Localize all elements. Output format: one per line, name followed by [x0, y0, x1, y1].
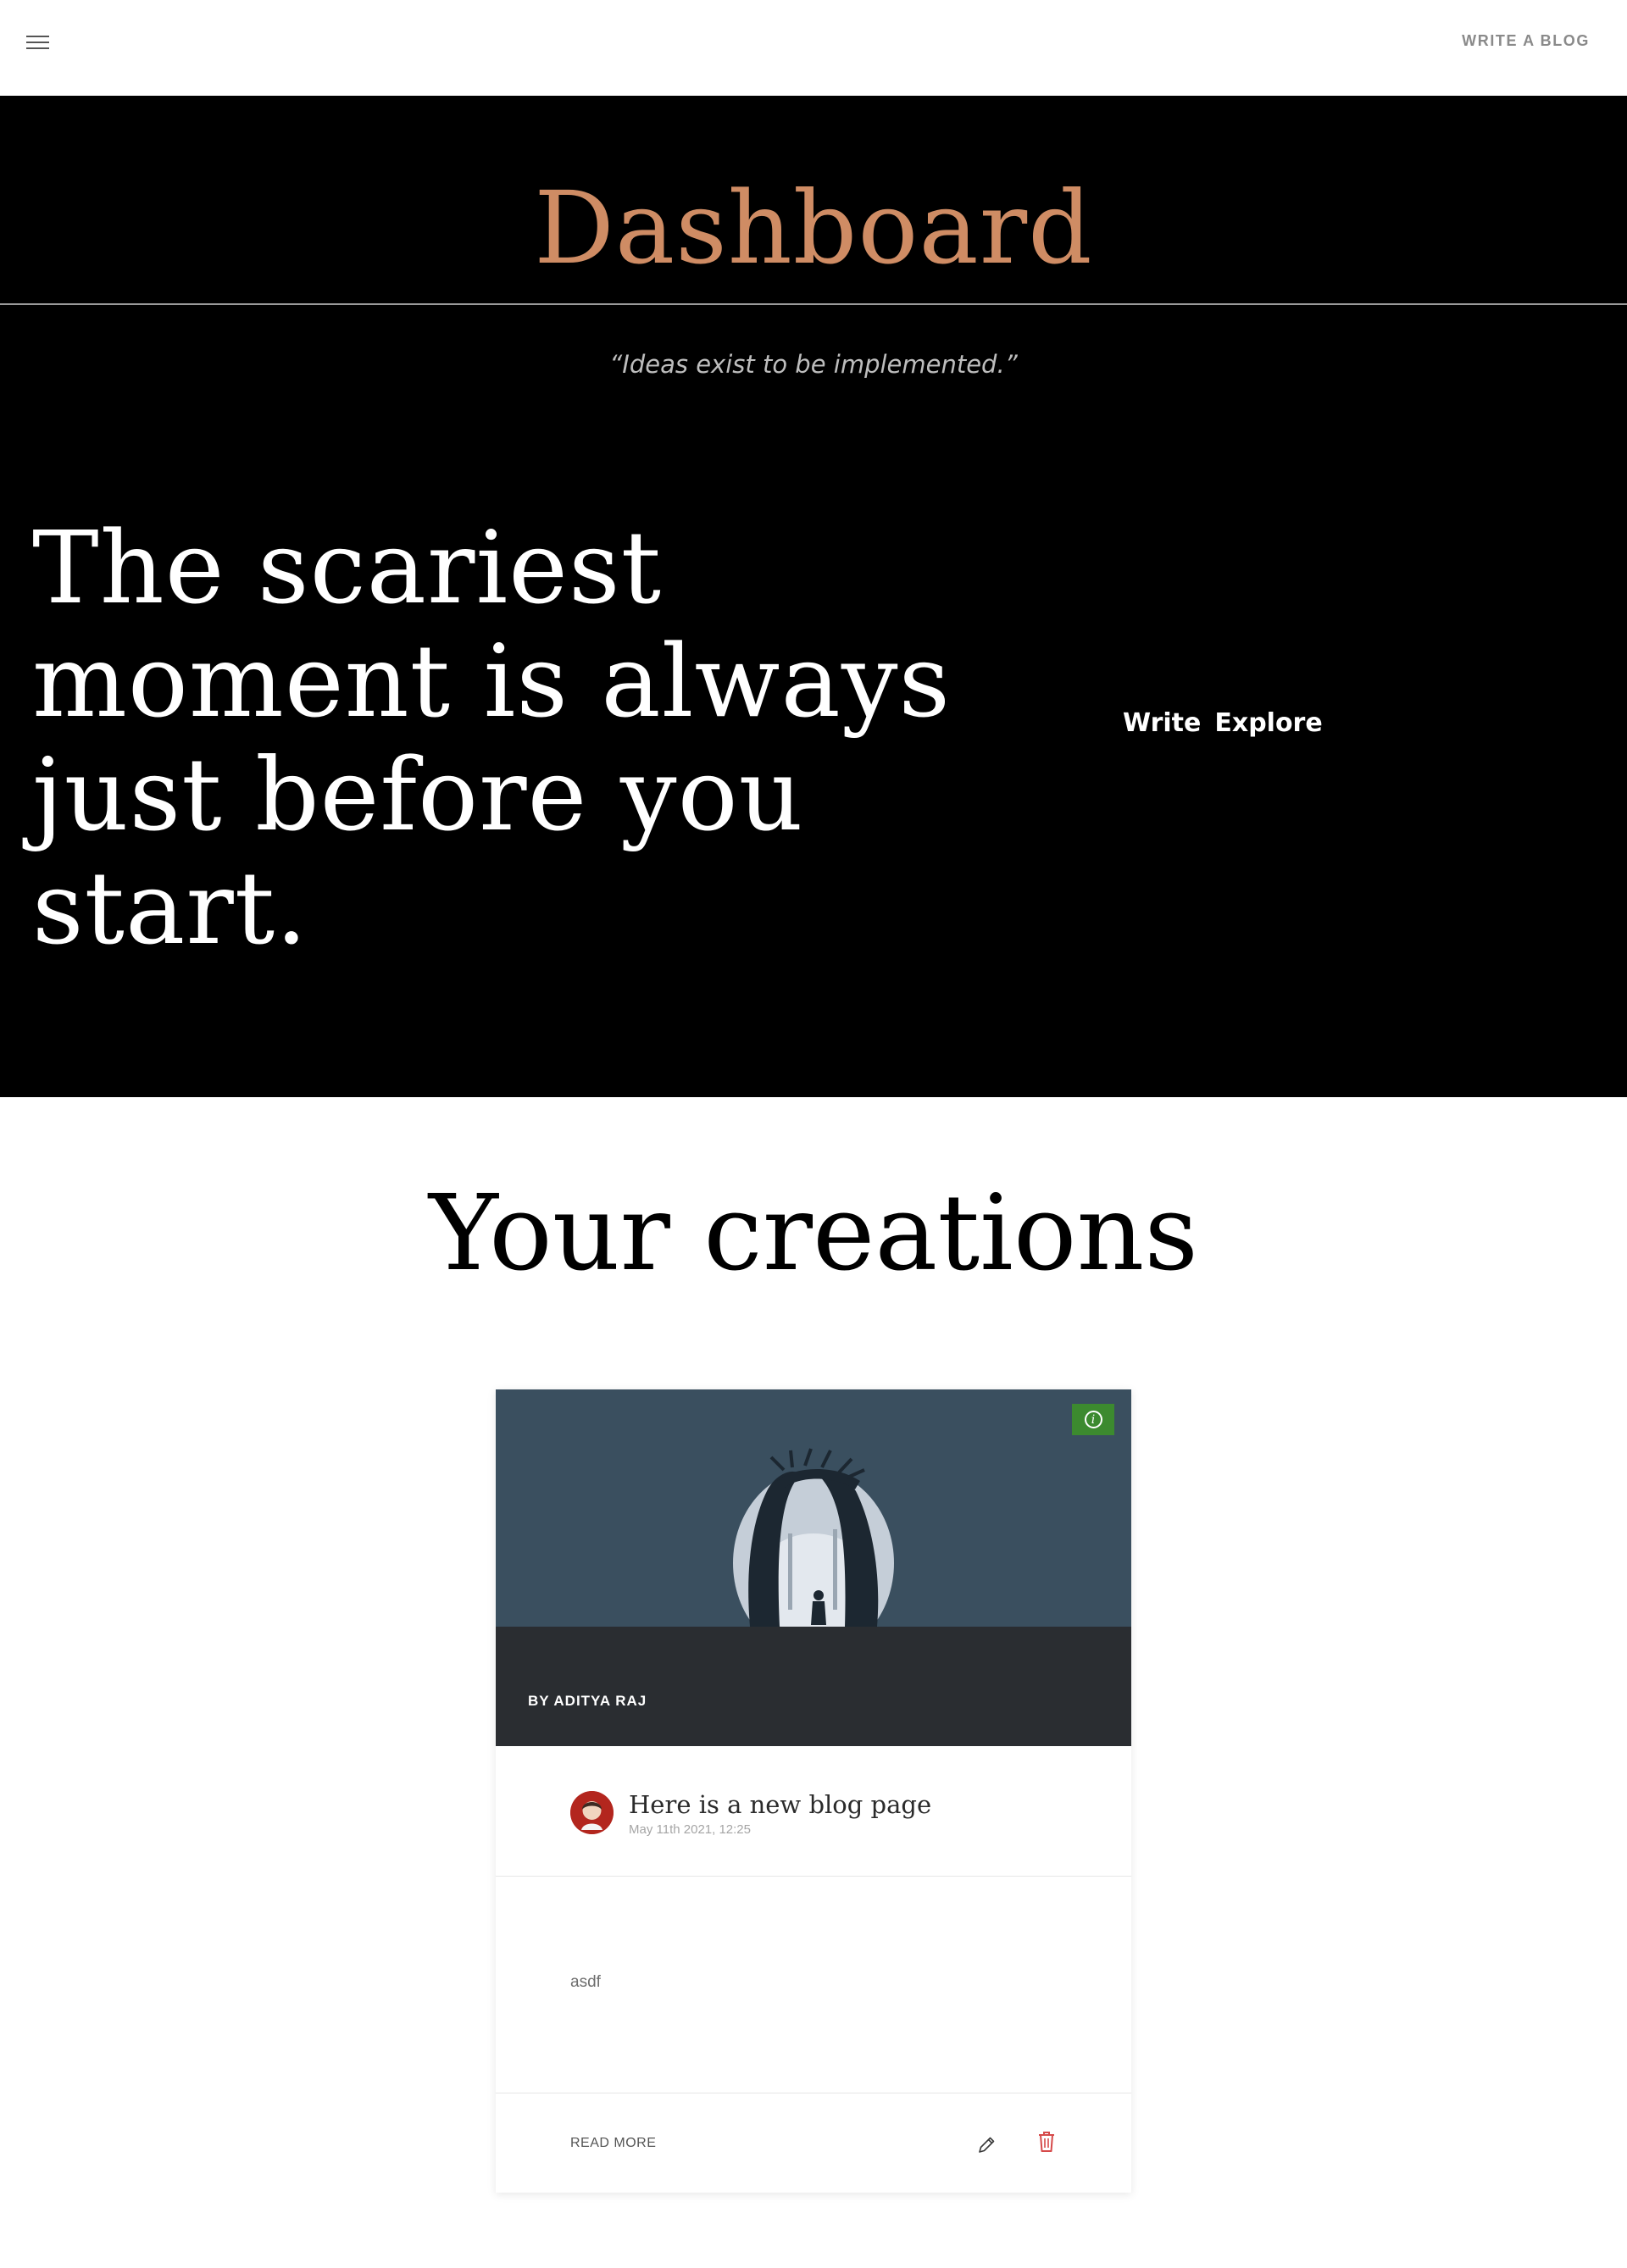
- post-date: May 11th 2021, 12:25: [629, 1822, 751, 1837]
- info-button[interactable]: i: [1072, 1404, 1114, 1435]
- headline-line: just before you: [32, 736, 804, 853]
- page-title: Dashboard: [534, 169, 1093, 286]
- hero-section: Dashboard “Ideas exist to be implemented…: [0, 96, 1627, 1097]
- hamburger-menu-icon[interactable]: [26, 36, 49, 53]
- explore-link[interactable]: Explore: [1214, 708, 1322, 738]
- info-icon: i: [1084, 1411, 1102, 1428]
- hero-divider: [0, 303, 1627, 305]
- post-excerpt: asdf: [570, 1973, 601, 1991]
- user-avatar: [570, 1791, 614, 1834]
- write-a-blog-link[interactable]: WRITE A BLOG: [1462, 32, 1590, 50]
- headline-line: moment is always: [32, 623, 952, 740]
- read-more-link[interactable]: READ MORE: [570, 2136, 656, 2151]
- hero-quote: “Ideas exist to be implemented.”: [609, 350, 1018, 379]
- write-link[interactable]: Write: [1123, 708, 1201, 738]
- card-header: Here is a new blog page May 11th 2021, 1…: [496, 1746, 1131, 1877]
- byline-bar: BY ADITYA RAJ: [496, 1658, 1131, 1746]
- hero-headline: The scariest moment is always just befor…: [32, 511, 1007, 965]
- author-byline: BY ADITYA RAJ: [528, 1693, 647, 1709]
- forest-silhouette-illustration: [496, 1448, 1131, 1658]
- headline-line: start.: [32, 850, 308, 967]
- hero-links: Write Explore: [1123, 708, 1336, 738]
- trash-icon[interactable]: [1036, 2130, 1057, 2154]
- pencil-icon[interactable]: [975, 2134, 997, 2156]
- headline-line: The scariest: [32, 509, 662, 626]
- card-footer: READ MORE: [496, 2093, 1131, 2193]
- creations-title: Your creations: [429, 1173, 1198, 1295]
- top-navbar: WRITE A BLOG: [0, 0, 1627, 96]
- card-body: asdf: [496, 1877, 1131, 2093]
- blog-card: i BY ADITYA RAJ Here is a new blog page …: [496, 1389, 1131, 2193]
- post-title[interactable]: Here is a new blog page: [629, 1790, 931, 1819]
- card-cover-image: i: [496, 1389, 1131, 1658]
